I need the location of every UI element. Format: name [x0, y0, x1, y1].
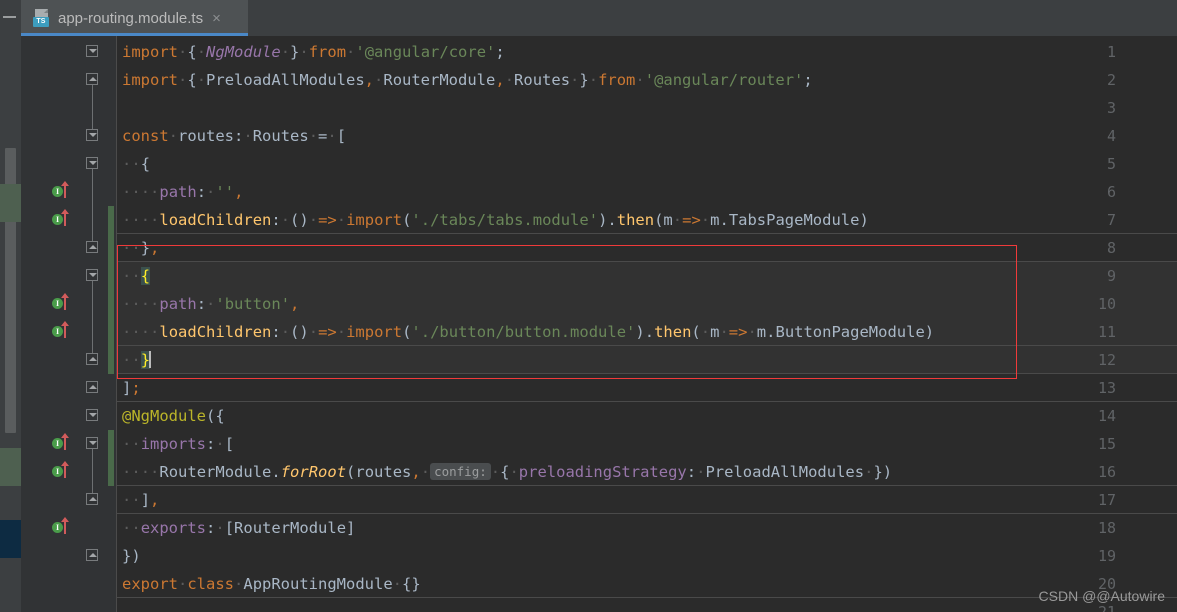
implemented-method-icon[interactable]: I — [52, 458, 78, 486]
implemented-method-icon[interactable]: I — [52, 318, 78, 346]
code-fold-up-icon[interactable] — [86, 66, 99, 94]
code-line-6[interactable]: ····path:·'', — [117, 178, 1177, 206]
code-fold-down-icon[interactable] — [86, 150, 99, 178]
code-line-18[interactable]: ··exports:·[RouterModule] — [117, 514, 1177, 542]
code-fold-up-icon[interactable] — [86, 542, 99, 570]
line-separator — [117, 485, 1177, 486]
marker-chip-blue[interactable] — [0, 520, 21, 558]
code-line-12[interactable]: ··} — [117, 346, 1177, 374]
code-fold-down-icon[interactable] — [86, 262, 99, 290]
implemented-method-icon[interactable]: I — [52, 430, 78, 458]
line-separator — [117, 233, 1177, 234]
collapse-icon[interactable] — [3, 16, 16, 18]
watermark: CSDN @@Autowire — [1038, 588, 1165, 604]
code-line-2[interactable]: import·{·PreloadAllModules,·RouterModule… — [117, 66, 1177, 94]
line-separator — [117, 373, 1177, 374]
editor-tab-title: app-routing.module.ts — [58, 9, 204, 27]
code-line-8[interactable]: ··}, — [117, 234, 1177, 262]
line-separator — [117, 345, 1177, 346]
code-line-15[interactable]: ··imports:·[ — [117, 430, 1177, 458]
code-line-17[interactable]: ··], — [117, 486, 1177, 514]
close-icon[interactable]: × — [212, 11, 221, 26]
code-fold-down-icon[interactable] — [86, 402, 99, 430]
code-line-7[interactable]: ····loadChildren:·()·=>·import('./tabs/t… — [117, 206, 1177, 234]
vcs-change-bar[interactable] — [108, 430, 114, 486]
implemented-method-icon[interactable]: I — [52, 206, 78, 234]
ide-editor-window: TS app-routing.module.ts × 1 2 3 4 5 6 7 8 9 10 11… — [0, 0, 1177, 612]
code-line-11[interactable]: ····loadChildren:·()·=>·import('./button… — [117, 318, 1177, 346]
line-separator — [117, 401, 1177, 402]
implemented-method-icon[interactable]: I — [52, 514, 78, 542]
marker-chip-green-b[interactable] — [0, 448, 21, 486]
implemented-method-icon[interactable]: I — [52, 290, 78, 318]
vcs-change-bar[interactable] — [108, 262, 114, 374]
vcs-change-bar[interactable] — [108, 206, 114, 262]
implemented-method-icon[interactable]: I — [52, 178, 78, 206]
code-line-21[interactable] — [117, 598, 1177, 612]
editor-marker-column[interactable] — [0, 36, 21, 612]
code-line-13[interactable]: ]; — [117, 374, 1177, 402]
code-editor[interactable]: 1 2 3 4 5 6 7 8 9 10 11 12 13 14 15 16 17 18 19 20 21 IIIIII… — [0, 36, 1177, 612]
code-line-20[interactable]: export·class·AppRoutingModule·{} — [117, 570, 1177, 598]
marker-chip-green-a[interactable] — [0, 184, 21, 222]
code-fold-up-icon[interactable] — [86, 374, 99, 402]
typescript-file-icon-label: TS — [33, 17, 49, 27]
line-separator — [117, 513, 1177, 514]
code-line-3[interactable] — [117, 94, 1177, 122]
code-fold-up-icon[interactable] — [86, 346, 99, 374]
typescript-file-icon: TS — [33, 9, 51, 27]
line-separator — [117, 261, 1177, 262]
code-line-1[interactable]: import·{·NgModule·}·from·'@angular/core'… — [117, 38, 1177, 66]
code-line-5[interactable]: ··{ — [117, 150, 1177, 178]
editor-tab-app-routing-module[interactable]: TS app-routing.module.ts × — [21, 0, 248, 36]
code-line-9[interactable]: ··{ — [117, 262, 1177, 290]
code-line-14[interactable]: @NgModule({ — [117, 402, 1177, 430]
line-separator — [117, 597, 1177, 598]
code-line-19[interactable]: }) — [117, 542, 1177, 570]
code-fold-down-icon[interactable] — [86, 430, 99, 458]
fold-guide-line — [92, 280, 93, 354]
code-text-layer[interactable]: import·{·NgModule·}·from·'@angular/core'… — [117, 36, 1177, 612]
editor-tab-bar: TS app-routing.module.ts × — [0, 0, 1177, 36]
code-line-16[interactable]: ····RouterModule.forRoot(routes,· config:… — [117, 458, 1177, 486]
code-fold-up-icon[interactable] — [86, 234, 99, 262]
fold-guide-line — [92, 168, 93, 242]
code-fold-down-icon[interactable] — [86, 38, 99, 66]
code-fold-up-icon[interactable] — [86, 486, 99, 514]
tab-bar-left-strip — [0, 0, 21, 36]
code-line-4[interactable]: const·routes:·Routes·=·[ — [117, 122, 1177, 150]
code-fold-down-icon[interactable] — [86, 122, 99, 150]
code-line-10[interactable]: ····path:·'button', — [117, 290, 1177, 318]
